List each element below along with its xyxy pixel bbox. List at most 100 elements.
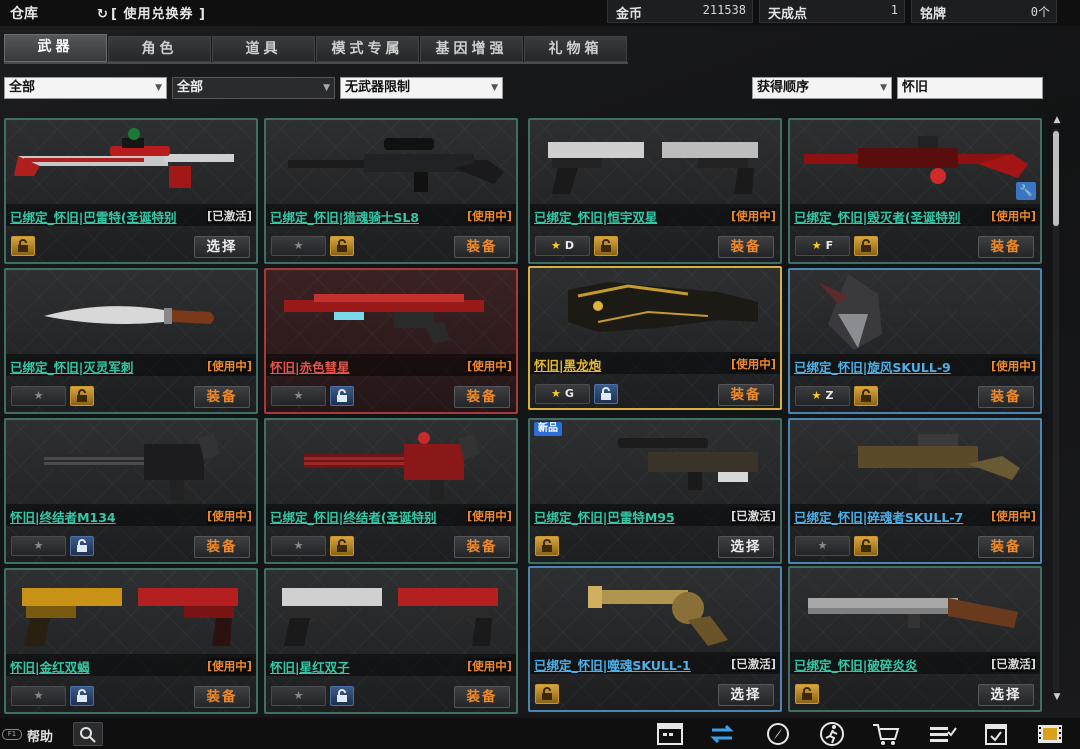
weapon-card[interactable]: 已绑定_怀旧|猎魂骑士SL8 [使用中] ★ 装备 <box>264 118 518 264</box>
runner-icon <box>820 722 844 746</box>
select-button[interactable]: 选择 <box>194 236 250 258</box>
lock-icon[interactable] <box>330 686 354 706</box>
weapon-card[interactable]: 怀旧|星红双子 [使用中] ★ 装备 <box>264 568 518 714</box>
compass-button[interactable] <box>762 720 794 748</box>
weapon-name[interactable]: 已绑定_怀旧|破碎炎炎 <box>794 655 984 674</box>
star-icon: ★ <box>33 689 44 702</box>
equip-button[interactable]: 装备 <box>194 536 250 558</box>
equip-button[interactable]: 装备 <box>454 536 510 558</box>
checklist-button[interactable] <box>926 720 958 748</box>
tab-weapons[interactable]: 武器 <box>4 34 107 62</box>
currency-label: 铭牌 <box>920 7 947 22</box>
weapon-name[interactable]: 已绑定_怀旧|恒宇双星 <box>534 207 724 226</box>
weapon-image-star-twins <box>282 588 498 646</box>
lock-icon[interactable] <box>795 684 819 704</box>
equip-button[interactable]: 装备 <box>718 384 774 406</box>
filter-type-dropdown[interactable]: 全部 ▼ <box>4 77 167 99</box>
lock-icon[interactable] <box>70 686 94 706</box>
weapon-name[interactable]: 已绑定_怀旧|巴雷特M95 <box>534 507 724 526</box>
weapon-card[interactable]: 🔧 已绑定_怀旧|毁灭者(圣诞特别 [使用中] ★ F 装备 <box>788 118 1042 264</box>
weapon-name[interactable]: 怀旧|星红双子 <box>270 657 460 676</box>
shop-button[interactable] <box>870 720 902 748</box>
help-key-icon: F1 <box>2 729 22 740</box>
weapon-name[interactable]: 怀旧|黑龙炮 <box>534 355 724 374</box>
weapon-card[interactable]: 怀旧|赤色彗星 [使用中] ★ 装备 <box>264 268 518 414</box>
lock-icon[interactable] <box>70 536 94 556</box>
select-button[interactable]: 选择 <box>718 684 774 706</box>
weapon-name[interactable]: 已绑定_怀旧|毁灭者(圣诞特别 <box>794 207 984 226</box>
weapon-card[interactable]: 已绑定_怀旧|灭灵军刺 [使用中] ★ 装备 <box>4 268 258 414</box>
weapon-status: [使用中] <box>206 508 252 524</box>
runner-button[interactable] <box>816 720 848 748</box>
weapon-name[interactable]: 怀旧|赤色彗星 <box>270 357 460 376</box>
weapon-card[interactable]: 新品 已绑定_怀旧|巴雷特M95 [已激活] 选择 <box>528 418 782 564</box>
equip-button[interactable]: 装备 <box>454 236 510 258</box>
wrench-icon[interactable]: 🔧 <box>1016 182 1036 200</box>
equip-button[interactable]: 装备 <box>194 386 250 408</box>
currency-value: 211538 <box>702 3 746 17</box>
scroll-down-arrow[interactable]: ▼ <box>1050 692 1064 704</box>
weapon-name[interactable]: 已绑定_怀旧|旋风SKULL-9 <box>794 357 984 376</box>
calendar-button[interactable] <box>654 720 686 748</box>
lock-icon[interactable] <box>535 536 559 556</box>
weapon-name[interactable]: 已绑定_怀旧|碎魂者SKULL-7 <box>794 507 984 526</box>
weapon-card[interactable]: 已绑定_怀旧|巴雷特(圣诞特别 [已激活] 选择 <box>4 118 258 264</box>
lock-icon[interactable] <box>854 536 878 556</box>
weapon-limit-dropdown[interactable]: 无武器限制 ▼ <box>340 77 503 99</box>
equip-button[interactable]: 装备 <box>718 236 774 258</box>
weapon-name[interactable]: 已绑定_怀旧|噬魂SKULL-1 <box>534 655 724 674</box>
sort-order-dropdown[interactable]: 获得顺序 ▼ <box>752 77 892 99</box>
weapon-name[interactable]: 怀旧|终结者M134 <box>10 507 200 526</box>
rank-slot: ★ <box>271 686 326 706</box>
weapon-card[interactable]: 已绑定_怀旧|噬魂SKULL-1 [已激活] 选择 <box>528 566 782 712</box>
lock-icon[interactable] <box>594 236 618 256</box>
tab-mode-exclusive[interactable]: 模式专属 <box>316 36 419 62</box>
tab-items[interactable]: 道具 <box>212 36 315 62</box>
weapon-image-knife <box>44 306 214 324</box>
lock-icon[interactable] <box>330 386 354 406</box>
select-button[interactable]: 选择 <box>978 684 1034 706</box>
lock-icon[interactable] <box>854 386 878 406</box>
weapon-card[interactable]: 已绑定_怀旧|破碎炎炎 [已激活] 选择 <box>788 566 1042 712</box>
tab-characters[interactable]: 角色 <box>108 36 211 62</box>
equip-button[interactable]: 装备 <box>978 386 1034 408</box>
lock-icon[interactable] <box>535 684 559 704</box>
filter-subtype-dropdown[interactable]: 全部 ▼ <box>172 77 335 99</box>
help-link[interactable]: 帮助 <box>27 726 53 745</box>
equip-button[interactable]: 装备 <box>454 686 510 708</box>
weapon-card[interactable]: 怀旧|黑龙炮 [使用中] ★ G 装备 <box>528 266 782 410</box>
weapon-card[interactable]: 已绑定_怀旧|碎魂者SKULL-7 [使用中] ★ 装备 <box>788 418 1042 564</box>
weapon-name[interactable]: 已绑定_怀旧|巴雷特(圣诞特别 <box>10 207 200 226</box>
weapon-card[interactable]: 已绑定_怀旧|终结者(圣诞特别 [使用中] ★ 装备 <box>264 418 518 564</box>
schedule-button[interactable] <box>980 720 1012 748</box>
equip-button[interactable]: 装备 <box>194 686 250 708</box>
weapon-card[interactable]: 已绑定_怀旧|恒宇双星 [使用中] ★ D 装备 <box>528 118 782 264</box>
film-button[interactable] <box>1034 720 1066 748</box>
equip-button[interactable]: 装备 <box>454 386 510 408</box>
lock-icon[interactable] <box>854 236 878 256</box>
lock-icon[interactable] <box>330 236 354 256</box>
tab-gene-enhance[interactable]: 基因增强 <box>420 36 523 62</box>
lock-icon[interactable] <box>70 386 94 406</box>
lock-icon[interactable] <box>330 536 354 556</box>
weapon-card[interactable]: 怀旧|终结者M134 [使用中] ★ 装备 <box>4 418 258 564</box>
equip-button[interactable]: 装备 <box>978 236 1034 258</box>
weapon-card[interactable]: 怀旧|金红双蝎 [使用中] ★ 装备 <box>4 568 258 714</box>
search-button[interactable] <box>73 722 103 746</box>
weapon-name[interactable]: 已绑定_怀旧|灭灵军刺 <box>10 357 200 376</box>
weapon-name[interactable]: 怀旧|金红双蝎 <box>10 657 200 676</box>
scroll-up-arrow[interactable]: ▲ <box>1050 115 1064 127</box>
film-icon <box>1038 725 1062 743</box>
exchange-button[interactable] <box>706 720 738 748</box>
weapon-name[interactable]: 已绑定_怀旧|猎魂骑士SL8 <box>270 207 460 226</box>
equip-button[interactable]: 装备 <box>978 536 1034 558</box>
lock-icon[interactable] <box>594 384 618 404</box>
scroll-thumb[interactable] <box>1053 131 1059 226</box>
weapon-name[interactable]: 已绑定_怀旧|终结者(圣诞特别 <box>270 507 460 526</box>
use-coupon-link[interactable]: ↻[ 使用兑换券 ] <box>97 3 206 22</box>
tab-gift-box[interactable]: 礼物箱 <box>524 36 627 62</box>
select-button[interactable]: 选择 <box>718 536 774 558</box>
weapon-card[interactable]: 已绑定_怀旧|旋风SKULL-9 [使用中] ★ Z 装备 <box>788 268 1042 414</box>
search-input[interactable]: 怀旧 <box>897 77 1043 99</box>
lock-icon[interactable] <box>11 236 35 256</box>
